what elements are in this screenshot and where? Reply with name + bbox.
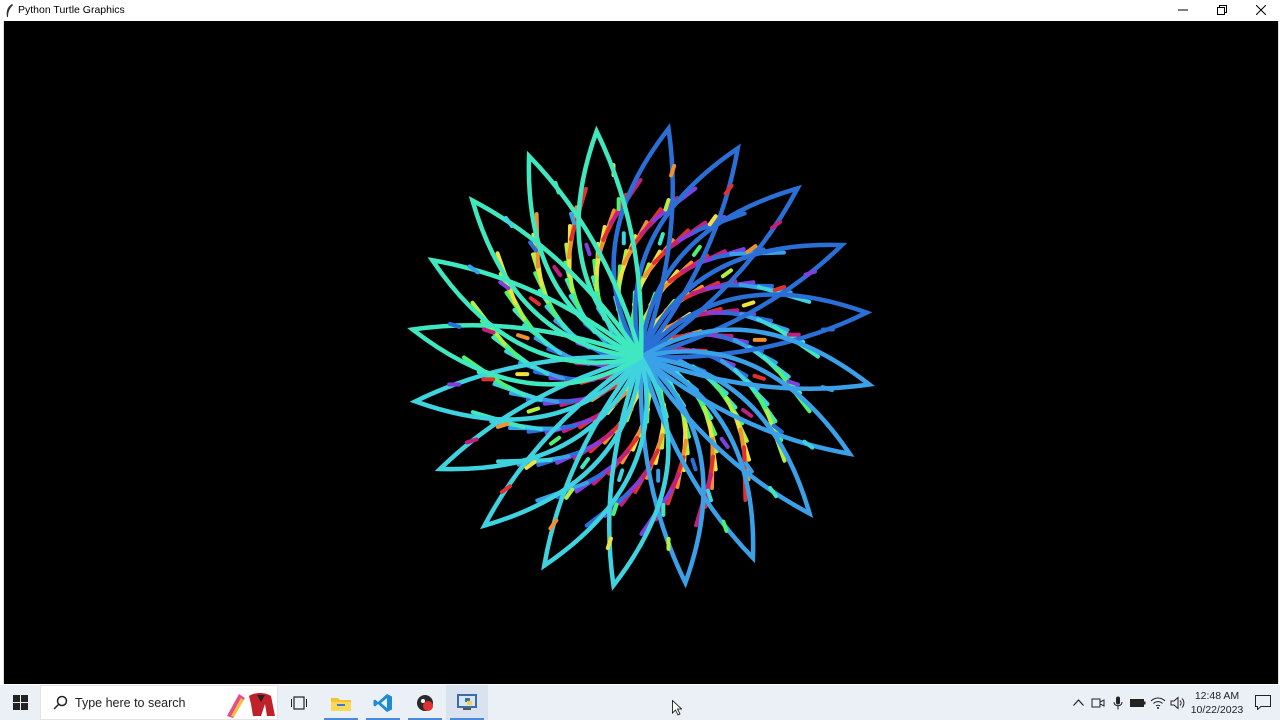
accent-stroke	[752, 373, 766, 381]
title-bar: Python Turtle Graphics	[0, 0, 1280, 20]
accent-stroke	[720, 268, 733, 279]
accent-stroke	[803, 269, 818, 277]
app-icon	[417, 694, 433, 711]
accent-stroke	[721, 519, 729, 534]
vscode-icon	[373, 693, 392, 712]
file-explorer-button[interactable]	[320, 685, 362, 720]
window-title: Python Turtle Graphics	[18, 4, 125, 16]
start-button[interactable]	[0, 685, 40, 720]
task-view-button[interactable]	[278, 685, 320, 720]
accent-stroke	[741, 300, 756, 308]
close-icon	[1255, 5, 1266, 15]
turtle-canvas[interactable]	[3, 21, 1279, 684]
chevron-up-icon	[1072, 699, 1084, 706]
battery-icon	[1130, 698, 1146, 707]
restore-button[interactable]	[1202, 0, 1241, 20]
action-center-button[interactable]	[1246, 685, 1280, 720]
minimize-button[interactable]	[1163, 0, 1202, 20]
accent-stroke	[548, 518, 559, 531]
accent-stroke	[617, 468, 625, 482]
search-icon	[51, 694, 69, 712]
wifi-button[interactable]	[1148, 685, 1168, 720]
accent-stroke	[719, 436, 730, 449]
accent-stroke	[528, 296, 541, 307]
minimize-icon	[1177, 9, 1188, 11]
clock-time: 12:48 AM	[1194, 689, 1240, 702]
clock[interactable]: 12:48 AM 10/22/2023	[1188, 685, 1246, 720]
accent-stroke	[723, 183, 734, 196]
microphone-icon	[1113, 696, 1123, 709]
volume-icon	[1170, 695, 1185, 710]
window-controls	[1163, 0, 1280, 20]
windows-start-icon	[12, 695, 28, 710]
app-button[interactable]	[404, 685, 446, 720]
accent-stroke	[690, 457, 698, 472]
system-tray: 12:48 AM 10/22/2023	[1068, 685, 1280, 720]
accent-stroke	[770, 219, 783, 230]
taskbar: Type here to search 12:48 AM 10/22/2023	[0, 685, 1280, 720]
python-turtle-button[interactable]	[446, 685, 488, 720]
accent-stroke	[657, 232, 665, 246]
microphone-button[interactable]	[1108, 685, 1128, 720]
accent-stroke	[691, 244, 702, 257]
accent-stroke	[499, 484, 512, 495]
clock-date: 10/22/2023	[1190, 703, 1244, 716]
python-turtle-icon	[457, 693, 477, 710]
accent-stroke	[467, 264, 480, 275]
show-hidden-icons-button[interactable]	[1068, 685, 1088, 720]
python-feather-icon	[3, 3, 15, 17]
close-button[interactable]	[1241, 0, 1280, 20]
meet-now-button[interactable]	[1088, 685, 1108, 720]
accent-stroke	[584, 242, 592, 257]
accent-stroke	[549, 435, 562, 446]
search-placeholder: Type here to search	[75, 695, 186, 710]
notification-icon	[1255, 695, 1271, 710]
accent-stroke	[526, 406, 541, 414]
accent-stroke	[464, 437, 479, 445]
spiral-flower-drawing	[407, 123, 875, 591]
accent-stroke	[553, 180, 561, 195]
mouse-cursor-icon	[672, 700, 682, 716]
restore-icon	[1216, 5, 1227, 15]
vscode-button[interactable]	[362, 685, 404, 720]
battery-button[interactable]	[1128, 685, 1148, 720]
accent-stroke	[802, 439, 815, 450]
volume-button[interactable]	[1168, 685, 1188, 720]
task-view-icon	[291, 695, 307, 710]
accent-stroke	[768, 486, 779, 499]
search-highlight-icon	[227, 693, 275, 718]
accent-stroke	[503, 215, 514, 228]
accent-stroke	[580, 457, 591, 470]
search-box[interactable]: Type here to search	[40, 685, 278, 720]
file-explorer-icon	[331, 697, 351, 711]
accent-stroke	[552, 265, 563, 278]
wifi-icon	[1150, 697, 1166, 709]
accent-stroke	[516, 333, 530, 341]
meet-now-icon	[1091, 698, 1105, 707]
accent-stroke	[741, 407, 754, 418]
